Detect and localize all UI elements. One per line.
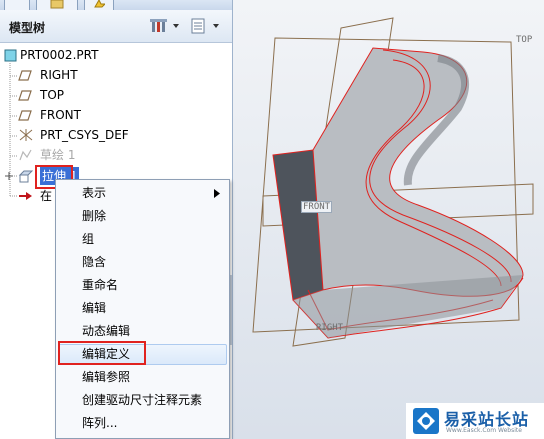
watermark: 易采站长站 Www.Easck.Com Website [406, 403, 544, 439]
coordinate-system-icon [19, 129, 33, 141]
model-graphics [252, 17, 534, 347]
tree-item-label: TOP [40, 88, 65, 102]
panel-header: 模型树 [0, 10, 232, 43]
panel-title: 模型树 [9, 21, 46, 35]
graphics-viewport[interactable]: TOP FRONT RIGHT [233, 0, 544, 439]
insert-here-arrow-icon [19, 192, 32, 200]
panel-tab-strip [0, 0, 232, 11]
menu-item-group[interactable]: 组 [82, 229, 94, 249]
datum-plane-icon [18, 70, 32, 81]
tree-item-label: PRT_CSYS_DEF [40, 128, 129, 142]
extrude-icon [18, 170, 34, 183]
sketch-icon [19, 149, 32, 161]
settings-tools-icon [150, 19, 179, 32]
watermark-subtext: Www.Easck.Com Website [446, 427, 522, 434]
expand-icon[interactable] [4, 171, 14, 181]
menu-item-suppress[interactable]: 隐含 [82, 252, 106, 272]
list-view-icon [191, 18, 219, 34]
tree-item-label: FRONT [40, 108, 81, 122]
datum-plane-icon [18, 110, 32, 121]
submenu-arrow-icon [214, 189, 220, 198]
tree-item-label: 在 [40, 189, 53, 203]
datum-label-right: RIGHT [316, 323, 344, 333]
tree-item-label: RIGHT [40, 68, 78, 82]
menu-item-delete[interactable]: 删除 [82, 206, 106, 226]
menu-item-pattern[interactable]: 阵列... [82, 413, 117, 433]
menu-item-represent[interactable]: 表示 [82, 183, 106, 203]
extruded-s-solid [272, 47, 524, 339]
menu-item-edit-references[interactable]: 编辑参照 [82, 367, 130, 387]
datum-label-top: TOP [516, 35, 533, 45]
datum-plane-icon [18, 90, 32, 101]
tree-item-label: 草绘 1 [40, 148, 76, 162]
folder-icon [50, 0, 64, 9]
show-menu-button[interactable] [188, 16, 222, 36]
datum-label-front: FRONT [301, 201, 333, 213]
menu-item-rename[interactable]: 重命名 [82, 275, 118, 295]
star-icon [94, 0, 105, 8]
menu-item-dynamic-edit[interactable]: 动态编辑 [82, 321, 130, 341]
menu-item-create-driving-dimension[interactable]: 创建驱动尺寸注释元素 [82, 390, 202, 410]
tree-settings-button[interactable] [148, 16, 182, 36]
menu-item-edit[interactable]: 编辑 [82, 298, 106, 318]
edit-definition-highlight-box [58, 341, 146, 365]
tree-item-label: PRT0002.PRT [20, 48, 99, 62]
part-icon [4, 49, 17, 62]
context-menu: 表示 删除 组 隐含 重命名 编辑 动态编辑 编辑定义 编辑参照 创建驱动尺寸注… [55, 179, 230, 439]
watermark-logo-icon [413, 408, 439, 434]
